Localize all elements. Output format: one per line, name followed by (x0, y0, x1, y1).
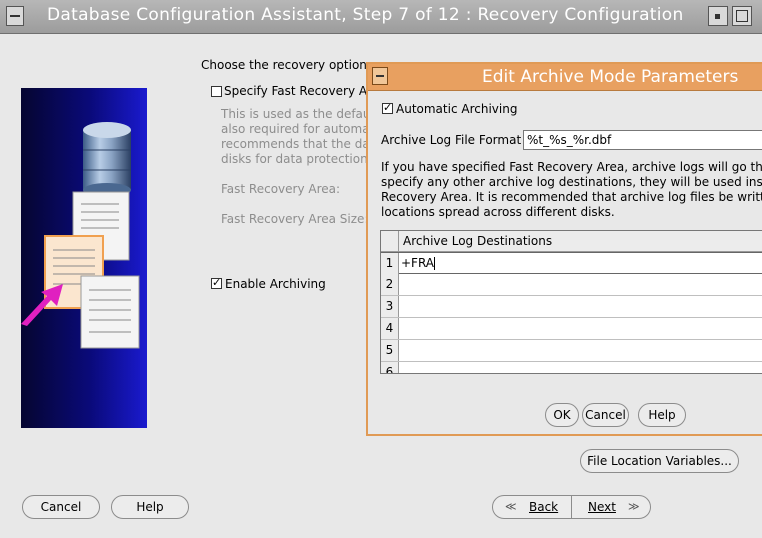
document-icon (80, 275, 140, 349)
cancel-button[interactable]: Cancel (22, 495, 100, 519)
next-arrow-icon: ≫ (628, 500, 640, 513)
choose-recovery-text: Choose the recovery options (201, 58, 374, 72)
dialog-menu-icon[interactable] (372, 67, 388, 85)
help-button[interactable]: Help (111, 495, 189, 519)
table-corner (381, 231, 399, 251)
archive-description-line: If you have specified Fast Recovery Area… (381, 160, 762, 174)
fast-recovery-description-line: disks for data protection (221, 152, 368, 166)
row-number: 3 (381, 296, 399, 317)
fast-recovery-description-line: This is used as the defau (221, 107, 371, 121)
row-number: 2 (381, 274, 399, 295)
row-number: 6 (381, 362, 399, 373)
next-button[interactable]: Next ≫ (571, 495, 651, 519)
database-cylinder-icon (83, 122, 131, 197)
dialog-title: Edit Archive Mode Parameters (482, 67, 739, 87)
illustration-graphic (21, 122, 140, 349)
automatic-archiving-label[interactable]: Automatic Archiving (396, 102, 517, 116)
fast-recovery-area-size-label: Fast Recovery Area Size: (221, 212, 369, 226)
table-row[interactable]: 4 (381, 318, 762, 340)
table-row[interactable]: 1 +FRA (381, 252, 762, 274)
dialog-help-button[interactable]: Help (638, 403, 686, 427)
archive-description-line: Recovery Area. It is recommended that ar… (381, 190, 762, 204)
archive-description-line: locations spread across different disks. (381, 205, 615, 219)
row-number: 1 (381, 253, 399, 274)
fast-recovery-area-label: Fast Recovery Area: (221, 182, 341, 196)
enable-archiving-label[interactable]: Enable Archiving (225, 277, 326, 291)
dialog-title-bar: Edit Archive Mode Parameters (368, 64, 762, 91)
window-title: Database Configuration Assistant, Step 7… (47, 5, 684, 25)
column-header-destinations[interactable]: Archive Log Destinations (403, 234, 552, 248)
archive-log-format-label: Archive Log File Format (381, 133, 522, 147)
table-row[interactable]: 6 (381, 362, 762, 373)
row-number: 5 (381, 340, 399, 361)
file-location-variables-button[interactable]: File Location Variables... (580, 449, 739, 473)
archive-description: If you have specified Fast Recovery Area… (381, 160, 762, 220)
fast-recovery-description-line: also required for automa (221, 122, 370, 136)
enable-archiving-checkbox[interactable] (211, 276, 222, 289)
maximize-icon[interactable] (732, 6, 752, 26)
table-row[interactable]: 3 (381, 296, 762, 318)
fast-recovery-checkbox[interactable] (211, 86, 222, 97)
back-arrow-icon: ≪ (505, 500, 517, 513)
dialog-ok-button[interactable]: OK (545, 403, 579, 427)
archive-description-line: specify any other archive log destinatio… (381, 175, 762, 189)
edit-archive-mode-dialog: Edit Archive Mode Parameters Automatic A… (366, 62, 762, 436)
minimize-icon[interactable] (708, 6, 728, 26)
fast-recovery-checkbox-label[interactable]: Specify Fast Recovery Ar (224, 84, 372, 98)
pointer-arrow-icon (21, 284, 63, 326)
destination-cell[interactable]: +FRA (401, 253, 436, 274)
row-number: 4 (381, 318, 399, 339)
next-button-label: Next (588, 500, 616, 514)
window-menu-icon[interactable] (6, 6, 24, 26)
wizard-illustration (21, 88, 147, 428)
table-row[interactable]: 2 (381, 274, 762, 296)
fast-recovery-description-line: recommends that the da (221, 137, 370, 151)
text-cursor (434, 257, 436, 270)
automatic-archiving-checkbox[interactable] (382, 101, 393, 114)
table-header: Archive Log Destinations (381, 231, 762, 252)
back-button[interactable]: ≪ Back (492, 495, 572, 519)
table-row[interactable]: 5 (381, 340, 762, 362)
back-button-label: Back (529, 500, 559, 514)
window-title-bar: Database Configuration Assistant, Step 7… (0, 0, 762, 34)
archive-log-destinations-table: Archive Log Destinations 1 +FRA 2 3 4 5 … (380, 230, 762, 374)
archive-log-format-input[interactable]: %t_%s_%r.dbf (523, 130, 762, 150)
dialog-cancel-button[interactable]: Cancel (582, 403, 629, 427)
